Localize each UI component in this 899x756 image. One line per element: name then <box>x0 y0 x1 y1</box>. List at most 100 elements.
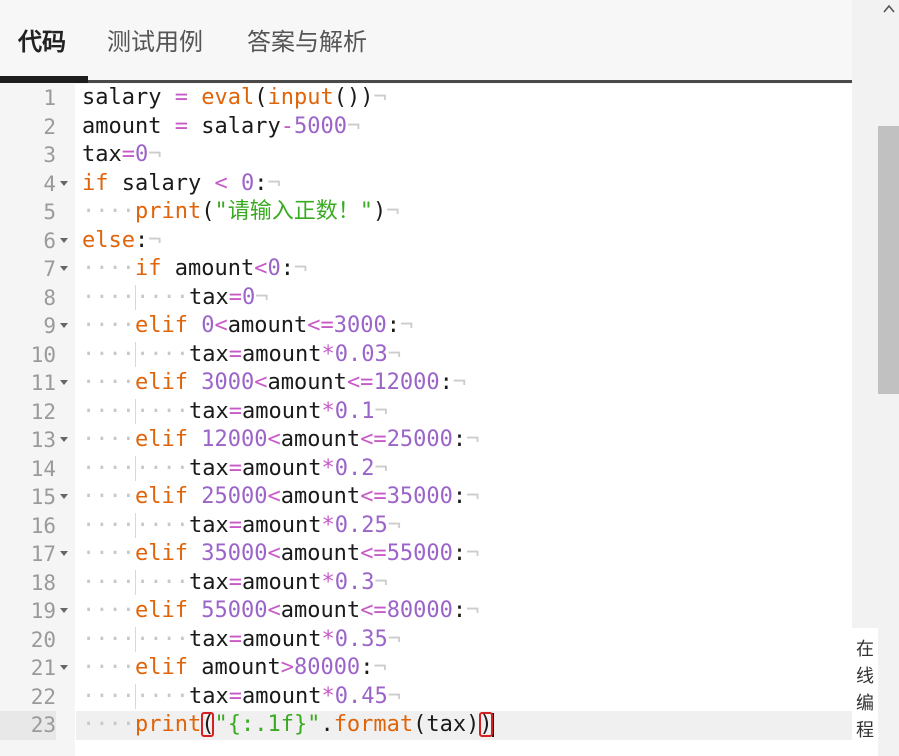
newline-marker: ¬ <box>452 370 467 395</box>
code-text[interactable]: ····elif 3000<amount<=12000:¬ <box>76 369 852 398</box>
code-line-current[interactable]: 23 ····print("{:.1f}".format(tax)) <box>0 711 852 740</box>
matched-bracket-close: ) <box>479 712 493 737</box>
code-text[interactable]: ········tax=amount*0.35¬ <box>76 626 852 655</box>
code-text[interactable]: ····elif 35000<amount<=55000:¬ <box>76 540 852 569</box>
code-text[interactable]: ········tax=amount*0.45¬ <box>76 683 852 712</box>
token: input <box>267 85 334 110</box>
code-line[interactable]: 20 ········tax=amount*0.35¬ <box>0 626 852 655</box>
token: elif <box>134 655 188 680</box>
scroll-up-icon[interactable] <box>882 2 896 16</box>
code-line[interactable]: 14 ········tax=amount*0.2¬ <box>0 455 852 484</box>
code-line[interactable]: 5 ····print("请输入正数！")¬ <box>0 198 852 227</box>
code-text[interactable]: ····elif 12000<amount<=25000:¬ <box>76 426 852 455</box>
code-line[interactable]: 7 ····if amount<0:¬ <box>0 255 852 284</box>
token: tax <box>188 455 229 481</box>
indent-dots: ···· <box>82 598 135 623</box>
fold-toggle-icon[interactable] <box>60 437 68 442</box>
code-text[interactable]: salary = eval(input())¬ <box>76 84 852 113</box>
tab-code[interactable]: 代码 <box>18 26 66 58</box>
code-editor[interactable]: 1 salary = eval(input())¬ 2 amount = sal… <box>0 84 852 756</box>
vertical-scrollbar-thumb[interactable] <box>878 126 899 394</box>
code-line[interactable]: 17 ····elif 35000<amount<=55000:¬ <box>0 540 852 569</box>
token: 0 <box>135 142 149 167</box>
token: amount <box>227 313 308 338</box>
token: * <box>321 398 335 424</box>
fold-toggle-icon[interactable] <box>60 266 68 271</box>
line-number: 6 <box>43 228 56 253</box>
code-text[interactable]: ········tax=amount*0.25¬ <box>76 512 852 541</box>
code-line[interactable]: 1 salary = eval(input())¬ <box>0 84 852 113</box>
code-text[interactable]: ········tax=amount*0.2¬ <box>76 455 852 484</box>
token: : <box>439 370 453 395</box>
code-line[interactable]: 13 ····elif 12000<amount<=25000:¬ <box>0 426 852 455</box>
code-line[interactable]: 11 ····elif 3000<amount<=12000:¬ <box>0 369 852 398</box>
code-line[interactable]: 22 ········tax=amount*0.45¬ <box>0 683 852 712</box>
fold-toggle-icon[interactable] <box>60 608 68 613</box>
fold-toggle-icon[interactable] <box>60 665 68 670</box>
code-text[interactable]: ····elif 25000<amount<=35000:¬ <box>76 483 852 512</box>
indent-dots: ···· <box>134 569 189 595</box>
line-number: 22 <box>30 684 56 709</box>
code-text[interactable]: ········tax=0¬ <box>76 284 852 313</box>
code-text[interactable]: ····elif 55000<amount<=80000:¬ <box>76 597 852 626</box>
token: 35000 <box>386 484 453 509</box>
code-text[interactable]: ····print("请输入正数！")¬ <box>76 198 852 227</box>
token: : <box>134 227 149 253</box>
newline-marker: ¬ <box>374 569 388 595</box>
fold-toggle-icon[interactable] <box>60 551 68 556</box>
token: tax <box>82 142 122 167</box>
fold-toggle-icon[interactable] <box>60 380 68 385</box>
code-text[interactable]: ········tax=amount*0.1¬ <box>76 398 852 427</box>
newline-marker: ¬ <box>386 199 400 224</box>
code-line[interactable]: 15 ····elif 25000<amount<=35000:¬ <box>0 483 852 512</box>
newline-marker: ¬ <box>373 655 387 680</box>
code-text[interactable]: ········tax=amount*0.03¬ <box>76 341 852 370</box>
newline-marker: ¬ <box>148 227 162 253</box>
fold-toggle-icon[interactable] <box>60 494 68 499</box>
code-text[interactable]: else:¬ <box>76 227 852 256</box>
code-text[interactable]: ····if amount<0:¬ <box>76 255 852 284</box>
code-line[interactable]: 3 tax=0¬ <box>0 141 852 170</box>
code-line[interactable]: 10 ········tax=amount*0.03¬ <box>0 341 852 370</box>
token: amount <box>241 455 322 481</box>
token: amount <box>280 427 361 452</box>
indent-dots: ···· <box>82 284 135 310</box>
newline-marker: ¬ <box>346 113 361 139</box>
code-text[interactable]: tax=0¬ <box>76 141 852 170</box>
token: = <box>228 626 242 652</box>
tab-test-cases[interactable]: 测试用例 <box>107 26 203 58</box>
code-text[interactable]: amount = salary-5000¬ <box>76 113 852 142</box>
fold-toggle-icon[interactable] <box>60 323 68 328</box>
fold-toggle-icon[interactable] <box>60 237 68 243</box>
token: amount <box>241 626 322 652</box>
code-line[interactable]: 9 ····elif 0<amount<=3000:¬ <box>0 312 852 341</box>
code-line[interactable]: 12 ········tax=amount*0.1¬ <box>0 398 852 427</box>
code-text[interactable]: ········tax=amount*0.3¬ <box>76 569 852 598</box>
code-line[interactable]: 2 amount = salary-5000¬ <box>0 113 852 142</box>
code-line[interactable]: 19 ····elif 55000<amount<=80000:¬ <box>0 597 852 626</box>
token: * <box>321 341 335 367</box>
tab-answers-explanation[interactable]: 答案与解析 <box>247 26 367 58</box>
token: : <box>386 313 400 338</box>
token: = <box>228 569 242 595</box>
token: else <box>82 227 135 253</box>
indent-dots: ···· <box>82 541 135 566</box>
code-text[interactable]: ····print("{:.1f}".format(tax)) <box>76 711 852 740</box>
code-line[interactable]: 18 ········tax=amount*0.3¬ <box>0 569 852 598</box>
code-line[interactable]: 16 ········tax=amount*0.25¬ <box>0 512 852 541</box>
token: 0.45 <box>334 683 388 709</box>
token: < <box>267 541 281 566</box>
code-text[interactable]: if salary < 0:¬ <box>76 170 852 199</box>
code-text[interactable]: ····elif amount>80000:¬ <box>76 654 852 683</box>
code-line[interactable]: 4 if salary < 0:¬ <box>0 170 852 199</box>
code-line[interactable]: 21 ····elif amount>80000:¬ <box>0 654 852 683</box>
online-programming-side-tab[interactable]: 在 线 编 程 <box>852 628 878 756</box>
token: < <box>254 256 268 281</box>
code-text[interactable]: ····elif 0<amount<=3000:¬ <box>76 312 852 341</box>
code-line[interactable]: 8 ········tax=0¬ <box>0 284 852 313</box>
indent-dots: ···· <box>134 626 189 652</box>
token: elif <box>134 313 188 338</box>
code-line[interactable]: 6 else:¬ <box>0 227 852 256</box>
line-number: 3 <box>43 143 56 167</box>
fold-toggle-icon[interactable] <box>60 180 68 186</box>
